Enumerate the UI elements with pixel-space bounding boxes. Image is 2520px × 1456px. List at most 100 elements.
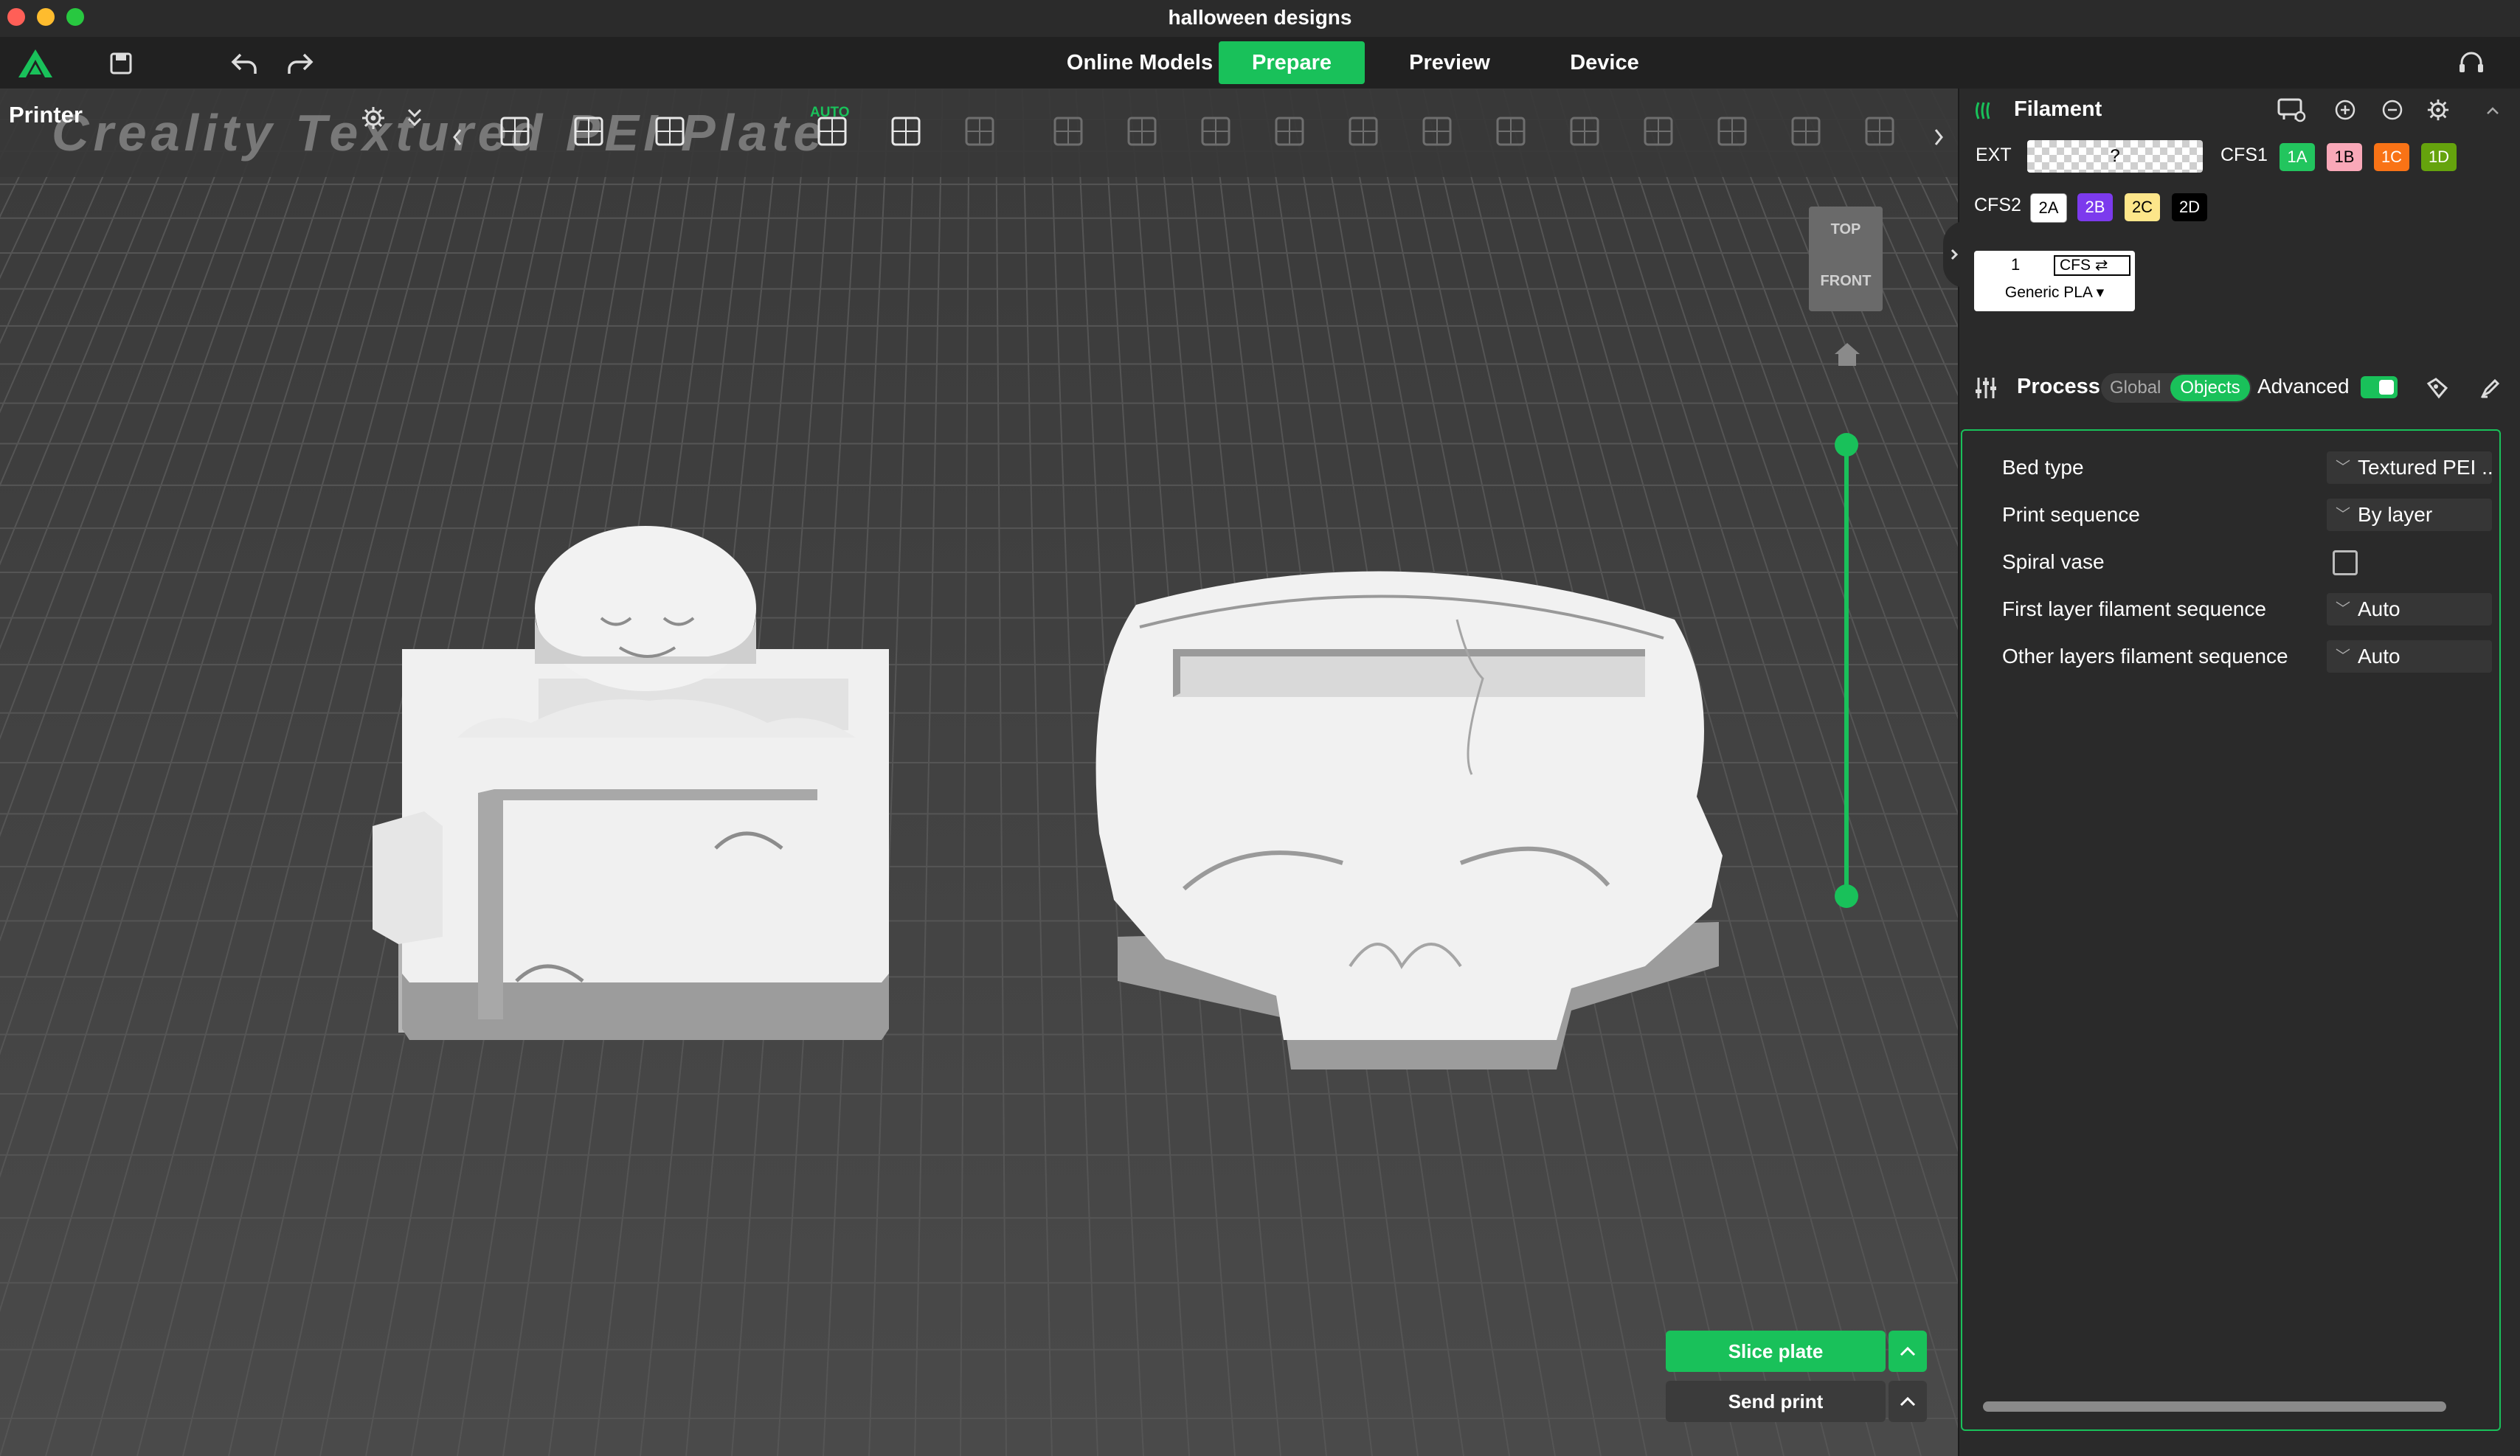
filament-sync-printer-icon[interactable]	[2275, 94, 2308, 125]
layer-slider-top-handle[interactable]	[1835, 433, 1858, 457]
cfs1-slot-1a[interactable]: 1A	[2280, 143, 2315, 171]
bed-type-label: Bed type	[2002, 456, 2084, 479]
ext-filament-swatch[interactable]: ?	[2027, 140, 2203, 173]
cfs1-slot-1b[interactable]: 1B	[2327, 143, 2362, 171]
cfs2-slot-2a[interactable]: 2A	[2030, 193, 2067, 223]
boolean-tool-icon[interactable]	[1490, 111, 1531, 152]
shell-tool-icon[interactable]	[1785, 111, 1827, 152]
save-icon[interactable]	[105, 47, 137, 80]
support-headset-icon[interactable]	[2454, 47, 2489, 80]
cfs1-label: CFS1	[2220, 145, 2268, 165]
advanced-toggle-switch[interactable]	[2361, 376, 2398, 398]
slice-options-chevron-up-icon[interactable]	[1889, 1331, 1927, 1372]
text-tool-icon[interactable]	[1269, 111, 1310, 152]
toolbar-scroll-left-icon[interactable]	[449, 122, 466, 152]
split-to-parts-tool-icon[interactable]	[1121, 111, 1163, 152]
collapse-filament-chevron-up-icon[interactable]	[2482, 100, 2504, 121]
cfs2-slot-2d[interactable]: 2D	[2172, 193, 2207, 221]
other-layers-sequence-label: Other layers filament sequence	[2002, 645, 2288, 668]
send-options-chevron-up-icon[interactable]	[1889, 1381, 1927, 1422]
split-to-objects-tool-icon[interactable]	[1048, 111, 1089, 152]
seam-tool-icon[interactable]	[1416, 111, 1458, 152]
redo-icon[interactable]	[282, 46, 317, 81]
tab-online-models[interactable]: Online Models	[1062, 41, 1217, 84]
spiral-vase-checkbox[interactable]	[2333, 550, 2358, 575]
mesh-tool-icon[interactable]	[1859, 111, 1900, 152]
cfs2-slot-2b[interactable]: 2B	[2077, 193, 2113, 221]
toolbar-scroll-right-icon[interactable]	[1930, 122, 1948, 152]
orient-tool-icon[interactable]	[649, 111, 690, 152]
cfs1-slot-1c[interactable]: 1C	[2374, 143, 2409, 171]
send-print-button[interactable]: Send print	[1666, 1381, 1886, 1422]
measure-tool-icon[interactable]	[1638, 111, 1679, 152]
chevron-down-icon: ﹀	[2336, 601, 2350, 617]
tab-prepare[interactable]: Prepare	[1219, 41, 1365, 84]
build-plate-grid	[0, 89, 1958, 1456]
add-model-tool-icon[interactable]	[494, 111, 536, 152]
filament-source-selector[interactable]: CFS ⇄	[2054, 255, 2130, 276]
filament-settings-gear-icon[interactable]	[2424, 96, 2452, 124]
cube-top-face[interactable]: TOP	[1809, 221, 1883, 238]
scope-objects-option[interactable]: Objects	[2170, 375, 2250, 401]
remove-filament-icon[interactable]	[2378, 96, 2406, 124]
filament-section-title: Filament	[2014, 97, 2102, 121]
double-chevron-down-icon[interactable]	[401, 102, 428, 134]
print-sequence-label: Print sequence	[2002, 503, 2140, 526]
process-compare-icon[interactable]	[2423, 373, 2452, 403]
cfs1-slot-1d[interactable]: 1D	[2421, 143, 2457, 171]
viewport-toolbar: Creality Textured PEI Plate Printer AUTO	[0, 89, 1958, 177]
first-layer-sequence-select[interactable]: ﹀ Auto	[2327, 593, 2492, 625]
creality-logo-icon[interactable]	[16, 44, 55, 83]
spiral-vase-label: Spiral vase	[2002, 550, 2105, 573]
layer-slider-bottom-handle[interactable]	[1835, 884, 1858, 908]
printer-settings-gear-icon[interactable]	[357, 102, 390, 134]
layout-tool-icon[interactable]	[959, 111, 1000, 152]
bed-type-select[interactable]: ﹀ Textured PEI ..	[2327, 451, 2492, 484]
cfs2-label: CFS2	[1974, 195, 2021, 215]
add-plate-tool-icon[interactable]	[568, 111, 609, 152]
filament-slot-card[interactable]: 1 CFS ⇄ Generic PLA ▾	[1974, 251, 2135, 311]
bed-type-value: Textured PEI ..	[2358, 456, 2492, 479]
other-layers-sequence-value: Auto	[2358, 645, 2400, 668]
process-horizontal-scrollbar[interactable]	[1983, 1401, 2446, 1412]
cfs2-slot-2c[interactable]: 2C	[2125, 193, 2160, 221]
auto-arrange-tool-icon[interactable]	[811, 111, 853, 152]
filament-slot-number: 1	[2011, 255, 2021, 274]
filament-material-dropdown[interactable]: Generic PLA ▾	[1974, 283, 2135, 302]
chevron-down-icon: ﹀	[2336, 648, 2350, 665]
process-settings-box	[1961, 429, 2501, 1431]
process-edit-icon[interactable]	[2476, 373, 2505, 403]
support-tool-icon[interactable]	[1564, 111, 1605, 152]
printer-label: Printer	[9, 102, 83, 128]
ext-label: EXT	[1976, 145, 2012, 165]
undo-icon[interactable]	[227, 46, 263, 81]
tab-device[interactable]: Device	[1557, 41, 1652, 84]
cut-tool-icon[interactable]	[1195, 111, 1236, 152]
cube-front-face[interactable]: FRONT	[1809, 273, 1883, 290]
process-scope-toggle[interactable]: Global Objects	[2101, 373, 2251, 403]
3d-viewport[interactable]: Creality Textured PEI Plate Printer AUTO…	[0, 89, 1958, 1456]
home-view-icon[interactable]	[1831, 338, 1863, 370]
plate-name-watermark: Creality Textured PEI Plate	[52, 104, 827, 162]
process-sliders-icon	[1971, 373, 2001, 403]
arrange-tool-icon[interactable]	[885, 111, 927, 152]
first-layer-sequence-label: First layer filament sequence	[2002, 597, 2266, 620]
tab-preview[interactable]: Preview	[1394, 41, 1505, 84]
scope-global-option[interactable]: Global	[2110, 373, 2161, 403]
slice-plate-button[interactable]: Slice plate	[1666, 1331, 1886, 1372]
app-toolbar: Online Models Prepare Preview Device	[0, 37, 2520, 89]
chevron-down-icon: ﹀	[2336, 507, 2350, 523]
filament-spool-icon	[1971, 96, 2001, 125]
add-filament-icon[interactable]	[2331, 96, 2359, 124]
layer-slider-track[interactable]	[1844, 445, 1849, 896]
view-navigation-cube[interactable]: TOP FRONT	[1809, 207, 1883, 311]
layer-edit-tool-icon[interactable]	[1343, 111, 1384, 152]
window-titlebar: halloween designs	[0, 0, 2520, 37]
scale-tool-icon[interactable]	[1711, 111, 1753, 152]
collapse-sidebar-handle[interactable]	[1943, 221, 1965, 288]
process-section-title: Process	[2017, 375, 2100, 398]
other-layers-sequence-select[interactable]: ﹀ Auto	[2327, 640, 2492, 673]
chevron-down-icon: ﹀	[2336, 460, 2350, 476]
window-title: halloween designs	[1168, 6, 1352, 29]
print-sequence-select[interactable]: ﹀ By layer	[2327, 499, 2492, 531]
